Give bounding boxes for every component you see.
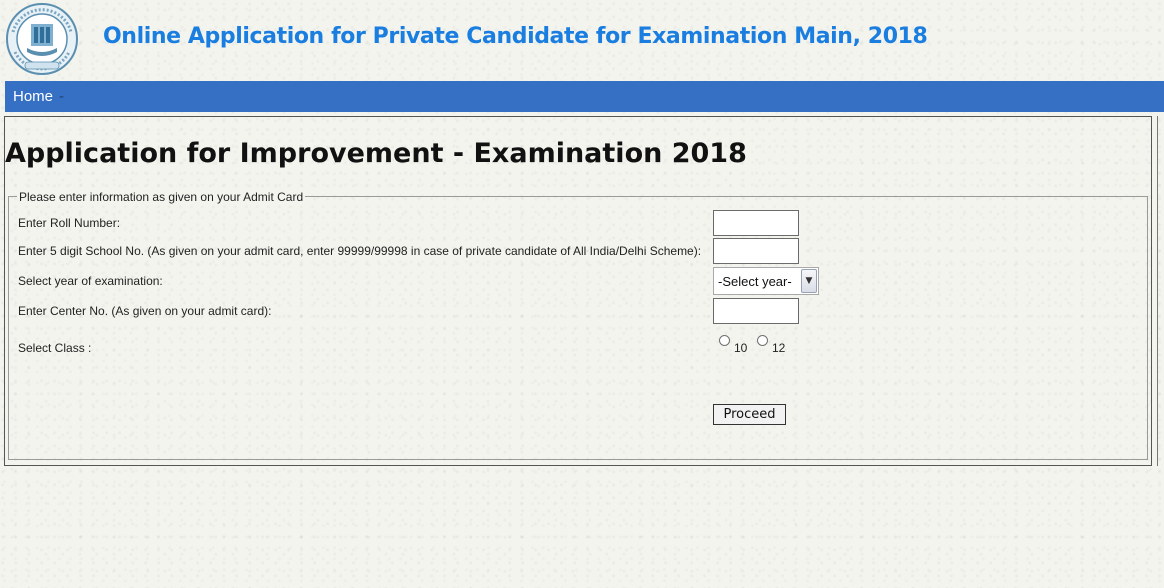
class-12-radio[interactable]: [757, 335, 768, 346]
year-select-value: -Select year-: [718, 274, 792, 289]
roll-number-input[interactable]: [713, 210, 799, 236]
admit-card-fieldset: [8, 196, 1148, 460]
nav-bar: Home -: [5, 81, 1164, 112]
center-no-input[interactable]: [713, 298, 799, 324]
class-10-label: 10: [734, 341, 748, 355]
fieldset-legend: Please enter information as given on you…: [17, 190, 306, 204]
nav-separator: -: [59, 88, 64, 105]
panel-edge: [1157, 116, 1158, 466]
year-select[interactable]: -Select year- ▼: [713, 267, 819, 295]
school-no-input[interactable]: [713, 238, 799, 264]
home-link[interactable]: Home: [13, 88, 53, 105]
cbse-emblem-icon: [6, 3, 78, 75]
class-10-radio[interactable]: [719, 335, 730, 346]
app-title: Online Application for Private Candidate…: [103, 24, 928, 49]
school-no-label: Enter 5 digit School No. (As given on yo…: [18, 244, 702, 258]
page-header: Online Application for Private Candidate…: [0, 0, 1164, 81]
proceed-button[interactable]: Proceed: [713, 404, 786, 425]
roll-number-label: Enter Roll Number:: [18, 216, 121, 230]
class-12-label: 12: [772, 341, 786, 355]
year-label: Select year of examination:: [18, 274, 163, 288]
page-title: Application for Improvement - Examinatio…: [5, 138, 747, 169]
chevron-down-icon[interactable]: ▼: [801, 269, 817, 293]
class-label: Select Class :: [18, 341, 92, 355]
center-no-label: Enter Center No. (As given on your admit…: [18, 304, 272, 318]
